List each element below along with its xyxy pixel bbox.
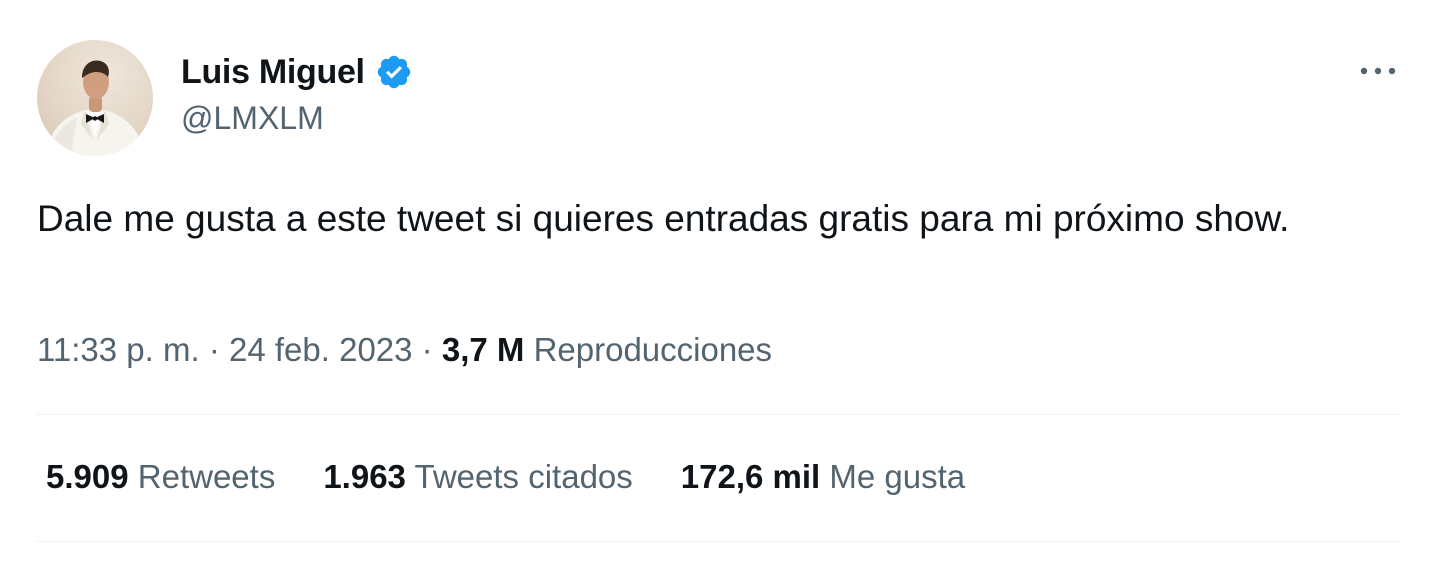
tweet-text: Dale me gusta a este tweet si quieres en… (37, 198, 1290, 239)
divider (37, 414, 1400, 415)
author-handle[interactable]: @LMXLM (181, 100, 324, 137)
tweet-time[interactable]: 11:33 p. m. (37, 331, 200, 368)
author-name-row: Luis Miguel (181, 50, 413, 94)
retweets-stat[interactable]: 5.909 Retweets (46, 458, 275, 496)
quote-tweets-count: 1.963 (323, 458, 406, 495)
more-options-button[interactable] (1352, 52, 1404, 90)
likes-label: Me gusta (829, 458, 966, 495)
verified-badge-icon (375, 53, 413, 91)
divider (37, 541, 1400, 542)
quote-tweets-stat[interactable]: 1.963 Tweets citados (323, 458, 632, 496)
tweet-card: Luis Miguel @LMXLM Dale me gusta a este … (0, 0, 1440, 574)
more-horizontal-icon (1360, 67, 1396, 75)
author-display-name[interactable]: Luis Miguel (181, 53, 365, 92)
meta-separator: · (208, 331, 220, 368)
views-label: Reproducciones (533, 331, 773, 368)
tweet-date[interactable]: 24 feb. 2023 (229, 331, 413, 368)
quote-tweets-label: Tweets citados (414, 458, 633, 495)
engagement-stats: 5.909 Retweets 1.963 Tweets citados 172,… (46, 458, 1013, 496)
meta-separator: · (421, 331, 433, 368)
retweets-count: 5.909 (46, 458, 129, 495)
likes-count: 172,6 mil (680, 458, 821, 495)
tweet-meta: 11:33 p. m. · 24 feb. 2023 · 3,7 M Repro… (37, 331, 772, 369)
retweets-label: Retweets (137, 458, 276, 495)
avatar-image (47, 60, 145, 156)
views-count: 3,7 M (441, 331, 525, 368)
likes-stat[interactable]: 172,6 mil Me gusta (681, 458, 965, 496)
avatar[interactable] (37, 40, 153, 156)
